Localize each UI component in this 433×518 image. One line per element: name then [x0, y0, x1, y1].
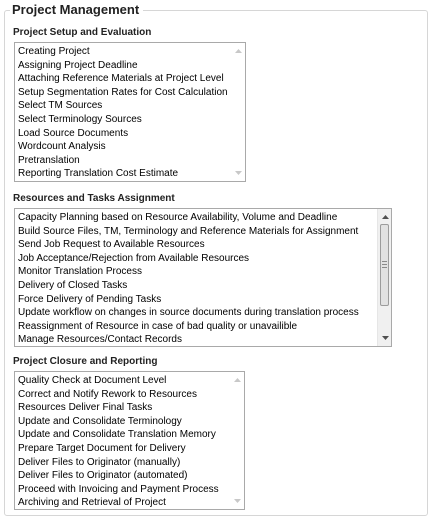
resources-listbox[interactable]: Capacity Planning based on Resource Avai…: [14, 208, 392, 347]
list-item[interactable]: Reassignment of Resource in case of bad …: [18, 320, 359, 334]
list-item[interactable]: Creating Project: [18, 45, 228, 59]
scroll-down-arrow-icon[interactable]: [378, 331, 391, 345]
list-item[interactable]: Force Delivery of Pending Tasks: [18, 293, 359, 307]
list-item[interactable]: Wordcount Analysis: [18, 140, 228, 154]
scroll-down-arrow-icon[interactable]: [231, 166, 245, 180]
scroll-up-arrow-icon[interactable]: [378, 210, 391, 224]
list-item[interactable]: Quality Check at Document Level: [18, 374, 219, 388]
list-item[interactable]: Archiving and Retrieval of Project: [18, 496, 219, 509]
list-item[interactable]: Attaching Reference Materials at Project…: [18, 72, 228, 86]
closure-scrollbar[interactable]: [230, 372, 244, 509]
section-title-closure: Project Closure and Reporting: [13, 356, 158, 367]
list-item[interactable]: Select TM Sources: [18, 99, 228, 113]
setup-list: Creating Project Assigning Project Deadli…: [15, 43, 228, 181]
list-item[interactable]: Correct and Notify Rework to Resources: [18, 388, 219, 402]
list-item[interactable]: Deliver Files to Originator (automated): [18, 469, 219, 483]
resources-scrollbar[interactable]: [377, 209, 391, 346]
closure-list: Quality Check at Document Level Correct a…: [15, 372, 219, 509]
setup-scrollbar[interactable]: [231, 43, 245, 181]
list-item[interactable]: Job Acceptance/Rejection from Available …: [18, 252, 359, 266]
scrollbar-thumb[interactable]: [380, 224, 389, 306]
list-item[interactable]: Load Source Documents: [18, 127, 228, 141]
resources-list: Capacity Planning based on Resource Avai…: [15, 209, 359, 346]
list-item[interactable]: Delivery of Closed Tasks: [18, 279, 359, 293]
list-item[interactable]: Prepare Target Document for Delivery: [18, 442, 219, 456]
list-item[interactable]: Resources Deliver Final Tasks: [18, 401, 219, 415]
list-item[interactable]: Select Terminology Sources: [18, 113, 228, 127]
list-item[interactable]: Capacity Planning based on Resource Avai…: [18, 211, 359, 225]
list-item[interactable]: Reporting Translation Cost Estimate: [18, 167, 228, 181]
list-item[interactable]: Assigning Project Deadline: [18, 59, 228, 73]
list-item[interactable]: Update and Consolidate Terminology: [18, 415, 219, 429]
list-item[interactable]: Build Source Files, TM, Terminology and …: [18, 225, 359, 239]
setup-listbox[interactable]: Creating Project Assigning Project Deadli…: [14, 42, 246, 182]
scroll-up-arrow-icon[interactable]: [231, 44, 245, 58]
scroll-up-arrow-icon[interactable]: [230, 373, 244, 387]
list-item[interactable]: Manage Resources/Contact Records: [18, 333, 359, 346]
section-title-resources: Resources and Tasks Assignment: [13, 193, 175, 204]
scroll-down-arrow-icon[interactable]: [230, 494, 244, 508]
section-title-setup: Project Setup and Evaluation: [13, 27, 152, 38]
panel-legend: Project Management: [10, 2, 144, 18]
list-item[interactable]: Update and Consolidate Translation Memor…: [18, 428, 219, 442]
list-item[interactable]: Deliver Files to Originator (manually): [18, 456, 219, 470]
list-item[interactable]: Setup Segmentation Rates for Cost Calcul…: [18, 86, 228, 100]
list-item[interactable]: Monitor Translation Process: [18, 265, 359, 279]
list-item[interactable]: Pretranslation: [18, 154, 228, 168]
list-item[interactable]: Update workflow on changes in source doc…: [18, 306, 359, 320]
closure-listbox[interactable]: Quality Check at Document Level Correct a…: [14, 371, 245, 510]
list-item[interactable]: Send Job Request to Available Resources: [18, 238, 359, 252]
list-item[interactable]: Proceed with Invoicing and Payment Proce…: [18, 483, 219, 497]
